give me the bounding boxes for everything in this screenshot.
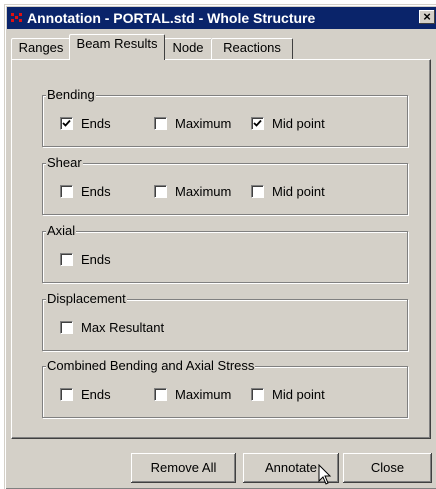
checkbox-box[interactable] — [60, 185, 73, 198]
checkmark-icon — [62, 119, 71, 127]
checkbox-box[interactable] — [154, 388, 167, 401]
axial-group: Axial Ends — [42, 223, 408, 283]
displacement-group-title: Displacement — [46, 291, 127, 307]
window-title: Annotation - PORTAL.std - Whole Structur… — [27, 10, 316, 26]
displacement-group: Displacement Max Resultant — [42, 291, 408, 351]
bending-group: Bending Ends Maximum Mid point — [42, 87, 408, 147]
checkbox-box[interactable] — [60, 253, 73, 266]
mouse-pointer-icon — [318, 464, 332, 485]
beam-results-panel: Bending Ends Maximum Mid point Shear End… — [11, 59, 431, 439]
bending-group-title: Bending — [46, 87, 96, 103]
close-icon: × — [423, 9, 431, 24]
combined-stress-group: Combined Bending and Axial Stress Ends M… — [42, 358, 408, 418]
shear-group: Shear Ends Maximum Mid point — [42, 155, 408, 215]
axial-group-title: Axial — [46, 223, 77, 239]
tab-beam-results[interactable]: Beam Results — [69, 34, 165, 60]
checkbox-box[interactable] — [154, 185, 167, 198]
checkmark-icon — [253, 119, 262, 127]
checkbox-box[interactable] — [60, 388, 73, 401]
title-bar[interactable]: Annotation - PORTAL.std - Whole Structur… — [7, 7, 436, 29]
shear-group-title: Shear — [46, 155, 83, 171]
checkbox-box[interactable] — [60, 117, 73, 130]
tab-reactions[interactable]: Reactions — [211, 38, 293, 59]
tab-node[interactable]: Node — [164, 38, 212, 59]
checkbox-box[interactable] — [60, 321, 73, 334]
checkbox-box[interactable] — [251, 388, 264, 401]
checkbox-box[interactable] — [251, 185, 264, 198]
tab-ranges[interactable]: Ranges — [11, 38, 71, 59]
checkbox-box[interactable] — [154, 117, 167, 130]
close-window-button[interactable]: × — [419, 10, 435, 24]
remove-all-button[interactable]: Remove All — [131, 453, 236, 483]
close-button[interactable]: Close — [343, 453, 432, 483]
app-icon — [11, 13, 25, 23]
combined-stress-group-title: Combined Bending and Axial Stress — [46, 358, 256, 374]
checkbox-box[interactable] — [251, 117, 264, 130]
annotation-dialog: Annotation - PORTAL.std - Whole Structur… — [4, 4, 436, 489]
